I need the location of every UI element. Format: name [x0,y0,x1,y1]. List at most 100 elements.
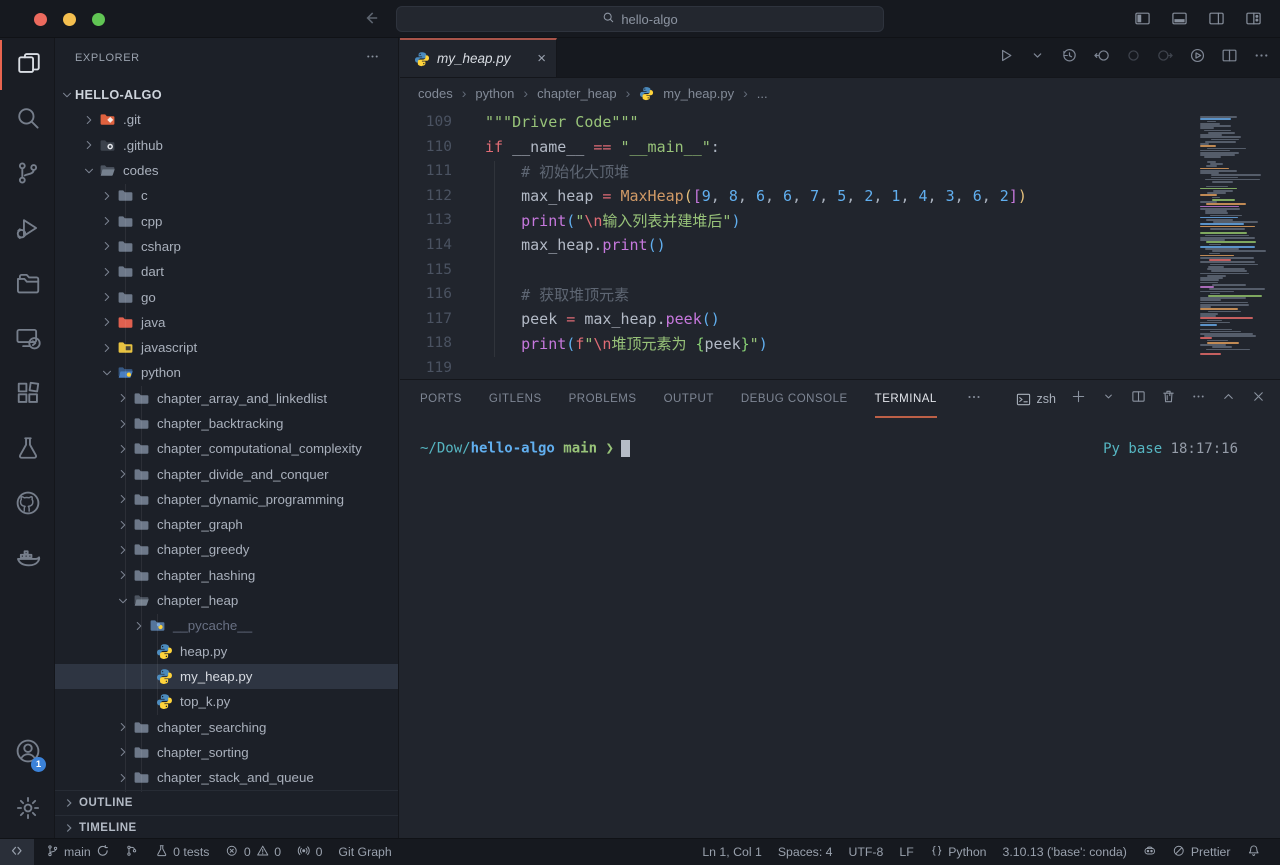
panel-tab-gitlens[interactable]: GITLENS [489,380,542,418]
panel-more-tabs-icon[interactable] [966,389,982,410]
tree-item-chapter-searching[interactable]: chapter_searching [55,714,398,739]
activity-settings[interactable] [0,785,55,835]
activity-extensions[interactable] [0,370,55,420]
breadcrumb-item[interactable]: codes [418,86,453,101]
play-circle-icon[interactable] [1189,47,1206,69]
tree-item-dart[interactable]: dart [55,259,398,284]
circle-icon[interactable] [1125,47,1142,69]
status-python-interpreter[interactable]: 3.10.13 ('base': conda) [995,839,1135,865]
breadcrumb-item[interactable]: chapter_heap [537,86,617,101]
status-eol[interactable]: LF [891,839,921,865]
zoom-window-button[interactable] [92,13,105,26]
go-back-icon[interactable] [362,9,380,32]
status-git-branch[interactable]: main [38,839,118,865]
status-indentation[interactable]: Spaces: 4 [770,839,841,865]
activity-search[interactable] [0,95,55,145]
breadcrumb-item[interactable]: python [475,86,514,101]
chevron-down-small-icon[interactable] [1101,389,1116,409]
activity-run-debug[interactable] [0,205,55,255]
status-tests[interactable]: 0 tests [147,839,218,865]
tree-item--pycache-[interactable]: __pycache__ [55,613,398,638]
tree-item-java[interactable]: java [55,310,398,335]
tree-item-chapter-graph[interactable]: chapter_graph [55,512,398,537]
tree-item-chapter-greedy[interactable]: chapter_greedy [55,537,398,562]
layout-customize-icon[interactable] [1245,10,1262,32]
status-cursor-position[interactable]: Ln 1, Col 1 [694,839,769,865]
minimap[interactable] [1200,114,1268,355]
status-git-graph-branch[interactable] [117,839,147,865]
minimize-window-button[interactable] [63,13,76,26]
activity-source-control[interactable] [0,150,55,200]
run-icon[interactable] [997,47,1014,69]
layout-sidebar-right-icon[interactable] [1208,10,1225,32]
tree-item-chapter-hashing[interactable]: chapter_hashing [55,563,398,588]
split-editor-icon[interactable] [1131,389,1146,409]
tree-item-go[interactable]: go [55,284,398,309]
arrow-circle-right-icon[interactable] [1157,47,1174,69]
chevron-up-icon[interactable] [1221,389,1236,409]
close-icon[interactable] [1251,389,1266,409]
ellipsis-icon[interactable] [1191,389,1206,409]
activity-account[interactable]: 1 [0,728,55,778]
tree-item-cpp[interactable]: cpp [55,208,398,233]
activity-project-folder[interactable] [0,260,55,310]
panel-tab-problems[interactable]: PROBLEMS [569,380,637,418]
activity-github[interactable] [0,480,55,530]
tree-item--git[interactable]: .git [55,107,398,132]
arrow-circle-left-icon[interactable] [1093,47,1110,69]
tree-item-chapter-computational-complexity[interactable]: chapter_computational_complexity [55,436,398,461]
tree-item-my-heap-py[interactable]: my_heap.py [55,664,398,689]
status-problems[interactable]: 00 [217,839,289,865]
tree-item-chapter-stack-and-queue[interactable]: chapter_stack_and_queue [55,765,398,790]
layout-sidebar-left-icon[interactable] [1134,10,1151,32]
status-notifications[interactable] [1239,839,1269,865]
activity-testing[interactable] [0,425,55,475]
status-git-graph[interactable]: Git Graph [330,839,399,865]
status-copilot[interactable] [1135,839,1165,865]
close-window-button[interactable] [34,13,47,26]
status-language-mode[interactable]: Python [922,839,995,865]
chevron-down-small-icon[interactable] [1029,47,1046,69]
activity-explorer[interactable] [0,40,55,90]
tree-item-heap-py[interactable]: heap.py [55,639,398,664]
tree-item-hello-algo[interactable]: HELLO-ALGO [55,82,398,107]
panel-tab-ports[interactable]: PORTS [420,380,462,418]
tree-item-python[interactable]: python [55,360,398,385]
ellipsis-icon[interactable] [1253,47,1270,69]
explorer-more-actions-icon[interactable] [365,49,380,67]
panel-tab-debug-console[interactable]: DEBUG CONSOLE [741,380,848,418]
status-ports[interactable]: 0 [289,839,330,865]
status-prettier[interactable]: Prettier [1164,839,1238,865]
layout-panel-icon[interactable] [1171,10,1188,32]
terminal[interactable]: ~/Dow/hello-algo main ❯ Py base 18:17:16 [400,418,1280,457]
plus-icon[interactable] [1071,389,1086,409]
tree-item-chapter-heap[interactable]: chapter_heap [55,588,398,613]
outline-section[interactable]: OUTLINE [55,790,398,815]
tree-item-chapter-sorting[interactable]: chapter_sorting [55,740,398,765]
split-editor-icon[interactable] [1221,47,1238,69]
tree-item-javascript[interactable]: javascript [55,335,398,360]
activity-docker[interactable] [0,535,55,585]
trash-icon[interactable] [1161,389,1176,409]
tree-item-chapter-backtracking[interactable]: chapter_backtracking [55,411,398,436]
tree-item-chapter-array-and-linkedlist[interactable]: chapter_array_and_linkedlist [55,386,398,411]
panel-tab-terminal[interactable]: TERMINAL [875,380,937,418]
tree-item--github[interactable]: .github [55,133,398,158]
code-editor[interactable]: 109"""Driver Code"""110if __name__ == "_… [400,108,1280,379]
tree-item-csharp[interactable]: csharp [55,234,398,259]
status-remote-indicator[interactable] [0,839,34,865]
panel-tab-output[interactable]: OUTPUT [664,380,714,418]
shell-selector[interactable]: zsh [1016,392,1056,407]
tree-item-c[interactable]: c [55,183,398,208]
timeline-section[interactable]: TIMELINE [55,815,398,838]
tree-item-codes[interactable]: codes [55,158,398,183]
close-tab-icon[interactable]: × [537,51,546,66]
tree-item-top-k-py[interactable]: top_k.py [55,689,398,714]
tree-item-chapter-divide-and-conquer[interactable]: chapter_divide_and_conquer [55,461,398,486]
command-center-search[interactable]: hello-algo [396,6,884,32]
tab-my-heap[interactable]: my_heap.py × [400,38,557,77]
history-icon[interactable] [1061,47,1078,69]
status-encoding[interactable]: UTF-8 [841,839,892,865]
activity-remote-explorer[interactable] [0,315,55,365]
breadcrumb-item[interactable]: ... [757,86,768,101]
